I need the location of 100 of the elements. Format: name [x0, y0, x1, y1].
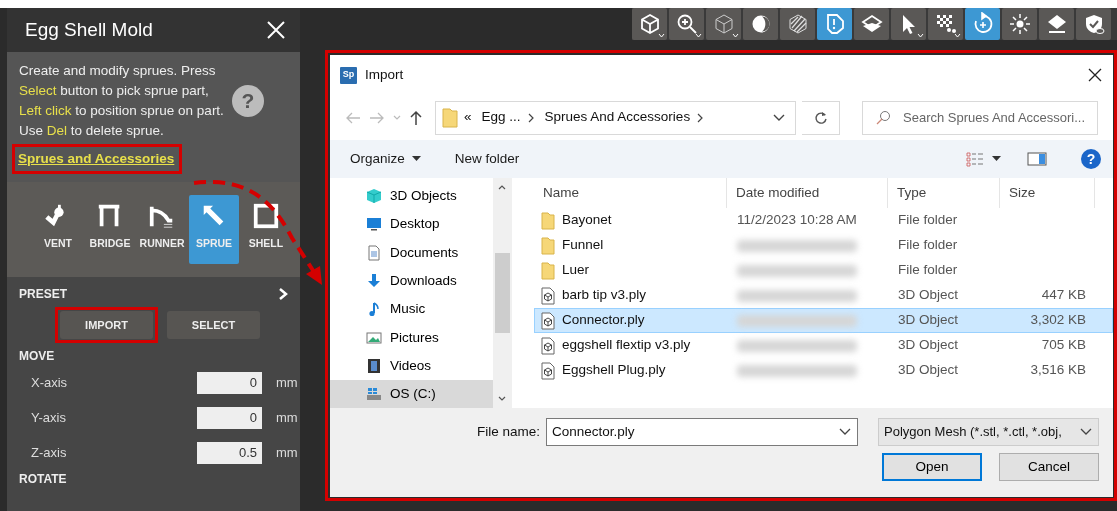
file-name: Funnel [562, 236, 604, 255]
refresh-button[interactable] [802, 100, 840, 135]
preset-button[interactable]: SELECT [167, 311, 260, 339]
file-icon [541, 311, 555, 330]
nav-item[interactable]: OS (C:) [330, 380, 493, 409]
type-text: File folder [897, 211, 959, 230]
date-text: 11/2/2023 10:28 AM [736, 212, 857, 228]
search-box[interactable]: Search Sprues And Accessori... [862, 100, 1098, 135]
toolbar-button[interactable] [854, 8, 889, 40]
column-header[interactable]: Type [897, 182, 927, 204]
size-text: 447 KB [1041, 287, 1086, 303]
dropdown-caret-icon[interactable] [773, 113, 785, 122]
toolbar-button[interactable] [743, 8, 778, 40]
dialog-button[interactable]: Cancel [999, 453, 1099, 481]
file-row[interactable]: Luer File folder [534, 258, 1113, 283]
column-header[interactable]: Name [543, 182, 579, 204]
toolbar-button[interactable]: Organize [350, 148, 421, 170]
file-name: Eggshell Plug.ply [562, 361, 666, 380]
download-icon [366, 273, 382, 290]
number-field[interactable]: 0 [197, 406, 262, 429]
toolbar-button[interactable] [965, 8, 1000, 40]
type-text: 3D Object [897, 336, 960, 355]
toolbar-button[interactable] [1076, 8, 1111, 40]
nav-item[interactable]: Videos [330, 351, 493, 381]
folder-icon [442, 107, 458, 128]
dialog-button[interactable]: Open [882, 453, 982, 481]
file-row[interactable]: eggshell flextip v3.ply 3D Object 705 KB [534, 333, 1113, 358]
music-note-icon [366, 301, 382, 318]
shell-tool-icon [252, 202, 280, 230]
number-field[interactable]: 0 [197, 371, 262, 394]
docs-link[interactable]: Sprues and Accessories [18, 151, 175, 166]
file-row[interactable]: barb tip v3.ply 3D Object 447 KB [534, 283, 1113, 308]
dialog-title: Import [365, 65, 405, 84]
section-label: ROTATE [18, 471, 68, 488]
chevron-right-icon[interactable] [278, 288, 288, 300]
tool-tab[interactable]: BRIDGE [85, 195, 135, 264]
file-row[interactable]: Funnel File folder [534, 233, 1113, 258]
file-name: barb tip v3.ply [562, 286, 647, 305]
toolbar-button[interactable] [928, 8, 963, 40]
toolbar-button[interactable] [706, 8, 741, 40]
number-field[interactable]: 0.5 [197, 441, 262, 464]
file-name: eggshell flextip v3.ply [562, 336, 691, 355]
caret-icon[interactable] [992, 156, 1001, 162]
nav-item[interactable]: Pictures [330, 323, 493, 352]
toolbar-button[interactable] [1039, 8, 1074, 40]
chevron-right-icon [526, 112, 535, 123]
drive-icon [366, 386, 382, 403]
tool-tab[interactable]: SHELL [241, 195, 291, 264]
close-icon[interactable] [1087, 67, 1103, 83]
scrollbar-thumb[interactable] [495, 253, 510, 333]
tool-tab[interactable]: RUNNER [137, 195, 187, 264]
picture-icon [366, 329, 382, 346]
type-text: File folder [897, 236, 959, 255]
toolbar-button[interactable]: New folder [454, 148, 520, 170]
nav-item[interactable]: Documents [330, 238, 493, 267]
sun-icon [1007, 12, 1032, 36]
toolbar-button[interactable] [780, 8, 815, 40]
toolbar-button[interactable] [891, 8, 926, 40]
breadcrumb[interactable]: Egg ... [481, 107, 521, 128]
tool-tab[interactable]: VENT [33, 195, 83, 264]
search-field[interactable]: Search Sprues And Accessori... [903, 107, 1093, 128]
address-bar[interactable]: « Egg ... Sprues And Accessories [435, 100, 796, 135]
column-header[interactable]: Date modified [736, 182, 820, 204]
nav-item[interactable]: Desktop [330, 210, 493, 239]
document-icon [366, 244, 382, 261]
monitor-icon [366, 216, 382, 233]
file-name: Connector.ply [562, 311, 645, 330]
breadcrumb-prefix: « [464, 108, 472, 127]
breadcrumb[interactable]: Sprues And Accessories [544, 107, 691, 128]
chevron-right-icon [696, 112, 705, 123]
field-label: X-axis [31, 373, 68, 392]
scroll-up-icon[interactable] [498, 184, 506, 190]
file-row[interactable]: Connector.ply 3D Object 3,302 KB [534, 308, 1113, 333]
nav-item[interactable]: 3D Objects [330, 182, 493, 211]
preset-button[interactable]: IMPORT [60, 311, 153, 339]
up-arrow-icon[interactable] [408, 108, 424, 127]
file-icon [541, 361, 555, 380]
app-logo: Sp [340, 66, 357, 84]
nav-item[interactable]: Downloads [330, 266, 493, 296]
file-name-field[interactable]: Connector.ply [546, 418, 858, 446]
toolbar-button[interactable] [1002, 8, 1037, 40]
caret-icon [695, 33, 702, 38]
file-name: Luer [562, 261, 590, 280]
caret-icon [917, 33, 924, 38]
film-icon [366, 357, 382, 374]
scroll-down-icon[interactable] [498, 396, 506, 402]
refresh-icon [813, 110, 828, 125]
preview-pane-icon[interactable] [1027, 151, 1047, 167]
help-icon[interactable]: ? [232, 85, 264, 117]
instructions-text: Create and modify sprues. Press Select button to pick sprue part, Left click to position sprue on part. Use Del to delete sprue. [19, 62, 224, 140]
file-row[interactable]: Bayonet 11/2/2023 10:28 AM File folder [534, 208, 1113, 233]
toolbar-button[interactable] [669, 8, 704, 40]
file-type-dropdown[interactable]: Polygon Mesh (*.stl, *.ctl, *.obj, [878, 418, 1099, 446]
column-header[interactable]: Size [1009, 182, 1036, 204]
file-row[interactable]: Eggshell Plug.ply 3D Object 3,516 KB [534, 358, 1113, 383]
nav-item[interactable]: Music [330, 295, 493, 324]
file-icon [541, 286, 555, 305]
toolbar-button[interactable] [817, 8, 852, 40]
help-icon[interactable]: ? [1081, 149, 1101, 169]
toolbar-button[interactable] [632, 8, 667, 40]
